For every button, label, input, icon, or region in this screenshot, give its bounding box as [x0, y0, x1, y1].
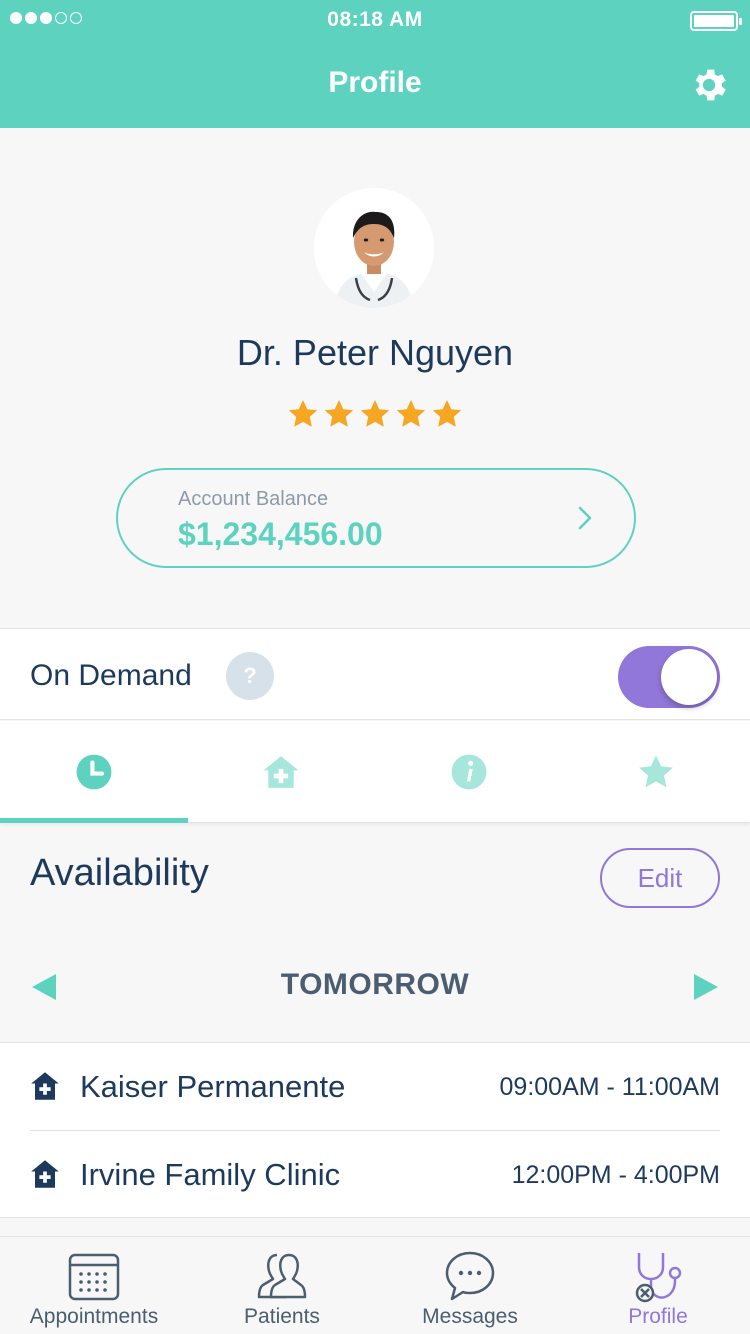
- star-icon: [396, 400, 426, 427]
- bottom-nav: Appointments Patients Messages Profile: [0, 1236, 750, 1334]
- edit-button[interactable]: Edit: [600, 848, 720, 908]
- active-tab-indicator: [0, 818, 188, 823]
- tab-availability[interactable]: [0, 721, 188, 823]
- balance-label: Account Balance: [178, 488, 329, 510]
- account-balance-card[interactable]: Account Balance $1,234,456.00: [116, 468, 636, 568]
- patients-icon: [257, 1253, 307, 1299]
- clinic-name: Irvine Family Clinic: [80, 1157, 341, 1192]
- tab-info[interactable]: [375, 721, 563, 823]
- day-navigator: TOMORROW: [0, 960, 750, 1012]
- gear-icon[interactable]: [688, 64, 730, 106]
- rating-stars: [0, 398, 750, 430]
- nav-label: Patients: [244, 1305, 320, 1328]
- next-day-arrow-icon[interactable]: [692, 972, 720, 1002]
- on-demand-toggle[interactable]: [618, 646, 720, 708]
- nav-label: Profile: [628, 1305, 688, 1328]
- help-button[interactable]: ?: [226, 652, 274, 700]
- star-icon: [288, 400, 318, 427]
- availability-list: Kaiser Permanente 09:00AM - 11:00AM Irvi…: [0, 1042, 750, 1218]
- list-item[interactable]: Irvine Family Clinic 12:00PM - 4:00PM: [30, 1131, 720, 1219]
- nav-appointments[interactable]: Appointments: [0, 1237, 188, 1334]
- star-icon: [360, 400, 390, 427]
- balance-value: $1,234,456.00: [178, 516, 383, 552]
- stethoscope-icon: [635, 1253, 682, 1303]
- doctor-photo: [314, 188, 434, 308]
- nav-messages[interactable]: Messages: [376, 1237, 564, 1334]
- on-demand-row: On Demand ?: [0, 628, 750, 720]
- day-label: TOMORROW: [280, 968, 470, 1001]
- app-header: 08:18 AM Profile: [0, 0, 750, 128]
- hospital-icon: [31, 1072, 59, 1100]
- nav-label: Messages: [422, 1305, 518, 1328]
- nav-profile[interactable]: Profile: [564, 1237, 750, 1334]
- nav-label: Appointments: [29, 1305, 159, 1328]
- nav-patients[interactable]: Patients: [188, 1237, 376, 1334]
- star-icon: [324, 400, 354, 427]
- toggle-knob: [661, 649, 717, 705]
- slot-time: 12:00PM - 4:00PM: [511, 1161, 720, 1189]
- on-demand-label: On Demand: [30, 659, 192, 692]
- availability-title: Availability: [30, 852, 209, 894]
- tab-reviews[interactable]: [563, 721, 750, 823]
- battery-icon: [690, 11, 742, 31]
- status-bar: 08:18 AM: [0, 0, 750, 40]
- doctor-name: Dr. Peter Nguyen: [236, 332, 514, 373]
- page-title: Profile: [328, 66, 422, 99]
- star-icon: [639, 755, 674, 788]
- chat-icon: [445, 1251, 495, 1301]
- chevron-right-icon: [578, 506, 592, 530]
- hospital-icon: [263, 756, 299, 788]
- half-star-icon: [432, 400, 462, 427]
- info-icon: [451, 754, 487, 790]
- list-item[interactable]: Kaiser Permanente 09:00AM - 11:00AM: [30, 1043, 720, 1131]
- clock-icon: [76, 754, 112, 790]
- hospital-icon: [31, 1160, 59, 1188]
- clinic-name: Kaiser Permanente: [80, 1069, 346, 1104]
- status-time: 08:18 AM: [327, 8, 423, 31]
- tab-clinics[interactable]: [188, 721, 376, 823]
- avatar: [314, 188, 434, 308]
- calendar-icon: [68, 1253, 120, 1301]
- slot-time: 09:00AM - 11:00AM: [499, 1073, 720, 1101]
- profile-tabs: [0, 721, 750, 823]
